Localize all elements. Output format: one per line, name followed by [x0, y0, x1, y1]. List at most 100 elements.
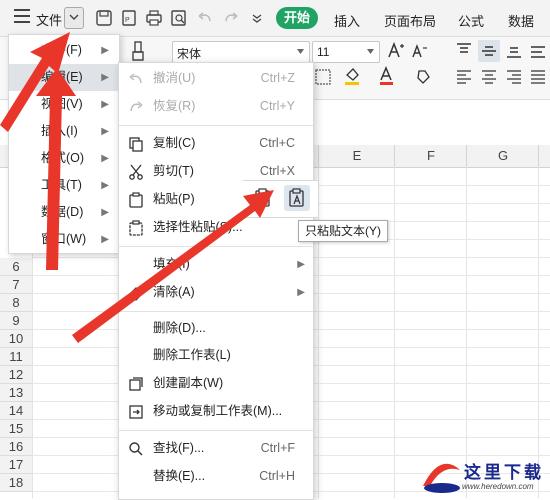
column-header-h[interactable] [538, 145, 550, 167]
row-header[interactable]: 12 [0, 366, 32, 384]
paste-keep-format-icon[interactable] [252, 187, 274, 209]
menu-item-label: 复制(C) [153, 136, 196, 150]
tab-insert[interactable]: 插入 [334, 11, 360, 30]
menu-item-replace[interactable]: 替换(E)... Ctrl+H [119, 463, 313, 490]
row-header[interactable]: 14 [0, 402, 32, 420]
increase-font-icon[interactable] [387, 41, 405, 59]
align-bottom-icon[interactable] [506, 45, 522, 59]
font-name-value: 宋体 [177, 47, 202, 61]
paste-icon [129, 192, 143, 208]
chevron-right-icon: ▶ [101, 180, 109, 191]
paste-text-only-button[interactable] [284, 185, 310, 211]
menu-item-move-copy-sheet[interactable]: 移动或复制工作表(M)... [119, 398, 313, 425]
fill-color-icon[interactable] [343, 66, 363, 86]
print-icon[interactable] [145, 9, 163, 27]
site-watermark: 这里下载 www.heredown.com [420, 456, 548, 498]
menu-item-paste-special[interactable]: 选择性粘贴(S)... [119, 214, 313, 241]
menu-item-label: 编辑(E) [41, 70, 83, 84]
row-header[interactable]: 6 [0, 258, 32, 276]
print-preview-icon[interactable] [170, 9, 188, 27]
menu-item-delete[interactable]: 删除(D)... [119, 315, 313, 342]
align-top-icon[interactable] [456, 43, 472, 57]
shortcut-label: Ctrl+H [259, 469, 295, 483]
row-header[interactable]: 16 [0, 438, 32, 456]
chevron-right-icon: ▶ [297, 259, 305, 270]
redo-icon [130, 101, 143, 112]
menu-item-copy[interactable]: 复制(C) Ctrl+C [119, 130, 313, 157]
tab-formulas[interactable]: 公式 [458, 11, 484, 30]
align-middle-button[interactable] [478, 40, 500, 62]
menu-item-clear[interactable]: 清除(A) ▶ [119, 279, 313, 306]
menu-item-label: 创建副本(W) [153, 376, 224, 390]
row-header[interactable]: 17 [0, 456, 32, 474]
font-color-icon[interactable] [378, 66, 396, 86]
menu-item-window[interactable]: 窗口(W) ▶ [9, 226, 119, 253]
column-header-e[interactable]: E [318, 145, 395, 167]
clear-format-icon[interactable] [413, 67, 433, 85]
move-sheet-icon [129, 405, 143, 419]
watermark-logo-icon [423, 463, 460, 493]
column-header-g[interactable]: G [466, 145, 539, 167]
menu-item-label: 撤消(U) [153, 71, 196, 85]
border-icon[interactable] [315, 68, 335, 86]
row-header[interactable]: 8 [0, 294, 32, 312]
align-left-icon[interactable] [456, 70, 472, 84]
menu-item-duplicate-sheet[interactable]: 创建副本(W) [119, 370, 313, 397]
menu-item-label: 选择性粘贴(S)... [153, 220, 243, 234]
edit-submenu: 撤消(U) Ctrl+Z 恢复(R) Ctrl+Y 复制(C) Ctrl+C 剪… [118, 62, 314, 500]
copy-icon [129, 137, 143, 152]
undo-icon[interactable] [196, 9, 214, 27]
menu-item-format[interactable]: 格式(O) ▶ [9, 145, 119, 172]
decrease-font-icon[interactable] [412, 43, 428, 59]
row-header[interactable]: 11 [0, 348, 32, 366]
export-pdf-icon[interactable]: P [120, 9, 138, 27]
menu-item-file[interactable]: 文件(F) ▶ [9, 37, 119, 64]
tab-data[interactable]: 数据 [508, 11, 534, 30]
row-header[interactable]: 9 [0, 312, 32, 330]
file-menu-button[interactable]: 文件 [36, 10, 62, 29]
menu-item-data[interactable]: 数据(D) ▶ [9, 199, 119, 226]
menu-item-find[interactable]: 查找(F)... Ctrl+F [119, 435, 313, 462]
shortcut-label: Ctrl+Y [259, 99, 295, 113]
undo-icon [129, 73, 142, 84]
chevron-down-icon[interactable] [64, 7, 84, 29]
row-header[interactable]: 15 [0, 420, 32, 438]
format-painter-icon[interactable] [130, 40, 148, 62]
menu-item-edit[interactable]: 编辑(E) ▶ [9, 64, 119, 91]
shortcut-label: Ctrl+F [260, 441, 295, 455]
hamburger-menu-icon[interactable] [14, 9, 30, 23]
column-header-f[interactable]: F [394, 145, 467, 167]
justify-icon[interactable] [530, 70, 546, 84]
chevron-right-icon: ▶ [101, 72, 109, 83]
paste-text-icon [289, 188, 304, 207]
menu-item-tools[interactable]: 工具(T) ▶ [9, 172, 119, 199]
menu-item-redo[interactable]: 恢复(R) Ctrl+Y [119, 93, 313, 120]
menu-item-label: 数据(D) [41, 205, 84, 219]
redo-icon[interactable] [222, 9, 240, 27]
tooltip-paste-text-only: 只粘贴文本(Y) [298, 220, 388, 242]
menu-item-fill[interactable]: 填充(I) ▶ [119, 251, 313, 278]
align-right-icon[interactable] [506, 70, 522, 84]
customize-toolbar-icon[interactable] [248, 9, 266, 27]
row-header[interactable]: 13 [0, 384, 32, 402]
menu-item-delete-sheet[interactable]: 删除工作表(L) [119, 342, 313, 369]
font-size-select[interactable]: 11 [312, 41, 380, 63]
row-header[interactable]: 7 [0, 276, 32, 294]
row-header[interactable]: 18 [0, 474, 32, 492]
font-name-select[interactable]: 宋体 [172, 41, 310, 63]
wrap-text-icon[interactable] [530, 45, 546, 59]
row-header[interactable]: 10 [0, 330, 32, 348]
svg-text:P: P [125, 17, 130, 24]
menu-item-insert[interactable]: 插入(I) ▶ [9, 118, 119, 145]
eraser-icon [129, 287, 143, 301]
save-icon[interactable] [95, 9, 113, 27]
menu-item-undo[interactable]: 撤消(U) Ctrl+Z [119, 65, 313, 92]
align-center-icon[interactable] [481, 70, 497, 84]
menu-item-label: 恢复(R) [153, 99, 196, 113]
menu-item-view[interactable]: 视图(V) ▶ [9, 91, 119, 118]
tab-page-layout[interactable]: 页面布局 [384, 11, 436, 30]
menu-item-label: 剪切(T) [153, 164, 194, 178]
watermark-title: 这里下载 [464, 463, 544, 483]
tab-home[interactable]: 开始 [276, 7, 318, 29]
chevron-right-icon: ▶ [101, 99, 109, 110]
